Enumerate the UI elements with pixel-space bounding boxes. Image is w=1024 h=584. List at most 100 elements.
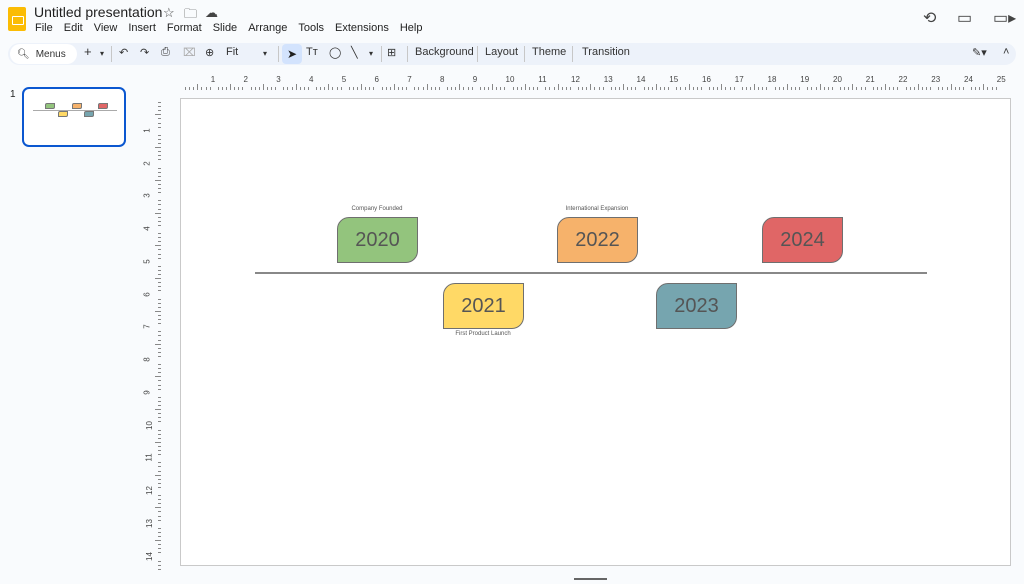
meet-icon[interactable]: ▭▸ xyxy=(993,8,1016,28)
ruler-tick xyxy=(158,569,161,570)
timeline-year-box[interactable]: 2023 xyxy=(656,283,737,329)
ruler-tick xyxy=(983,84,984,90)
ruler-tick xyxy=(158,352,161,353)
ruler-tick xyxy=(373,87,374,90)
menu-insert[interactable]: Insert xyxy=(128,22,156,34)
menu-view[interactable]: View xyxy=(94,22,118,34)
menu-tools[interactable]: Tools xyxy=(298,22,324,34)
ruler-tick xyxy=(496,87,497,90)
ruler-tick xyxy=(287,87,288,90)
search-menus-input[interactable]: 🔍︎Menus xyxy=(10,44,77,64)
timeline-year-box[interactable]: 2024 xyxy=(762,217,843,263)
version-history-icon[interactable]: ⟲ xyxy=(923,8,936,28)
timeline-year-box[interactable]: 2020 xyxy=(337,217,418,263)
ruler-tick xyxy=(971,87,972,90)
menu-format[interactable]: Format xyxy=(167,22,202,34)
ruler-tick xyxy=(599,87,600,90)
ruler-tick xyxy=(158,499,161,500)
shape-icon[interactable]: ◯ xyxy=(329,46,341,59)
ruler-tick xyxy=(463,87,464,90)
vertical-ruler[interactable]: 1234567891011121314 xyxy=(143,98,161,568)
horizontal-ruler[interactable]: 1234567891011121314151617181920212223242… xyxy=(181,72,1011,90)
timeline-year-box[interactable]: 2022 xyxy=(557,217,638,263)
new-slide-button[interactable]: + xyxy=(84,44,92,59)
new-slide-dropdown[interactable]: ▾ xyxy=(100,49,104,58)
ruler-tick xyxy=(484,87,485,90)
ruler-tick xyxy=(155,278,161,279)
timeline-event-label[interactable]: First Product Launch xyxy=(455,331,510,337)
add-comment-icon[interactable]: ⊞ xyxy=(387,46,396,59)
slide-canvas[interactable]: 2020 Company Founded 2021 First Product Lau… xyxy=(180,98,1011,566)
line-icon[interactable]: ╲ xyxy=(351,46,358,59)
ruler-tick xyxy=(889,87,890,90)
divider xyxy=(572,46,573,62)
ruler-number: 14 xyxy=(145,552,154,561)
timeline-year-box[interactable]: 2021 xyxy=(443,283,524,329)
ruler-number: 10 xyxy=(506,75,515,84)
ruler-number: 10 xyxy=(145,421,154,430)
select-tool-button[interactable]: ➤ xyxy=(282,44,302,64)
ruler-tick xyxy=(158,446,161,447)
thumbnail-shape xyxy=(84,111,94,117)
timeline-line[interactable] xyxy=(255,272,927,274)
print-icon[interactable]: ⎙ xyxy=(161,46,170,59)
slides-logo[interactable] xyxy=(8,7,26,31)
ruler-tick xyxy=(418,87,419,90)
theme-button[interactable]: Theme xyxy=(532,46,566,58)
ruler-number: 2 xyxy=(244,75,248,84)
divider xyxy=(407,46,408,62)
scrollbar[interactable] xyxy=(574,578,607,580)
ruler-tick xyxy=(779,87,780,90)
ruler-number: 1 xyxy=(143,128,152,132)
document-title[interactable]: Untitled presentation xyxy=(34,4,162,20)
ruler-number: 15 xyxy=(669,75,678,84)
ruler-tick xyxy=(158,249,161,250)
text-box-icon[interactable]: Tт xyxy=(306,46,318,58)
slide-thumbnail[interactable] xyxy=(22,87,126,147)
ruler-tick xyxy=(791,87,792,90)
ruler-tick xyxy=(158,290,161,291)
ruler-tick xyxy=(431,87,432,90)
star-icon[interactable]: ☆ xyxy=(163,5,175,21)
ruler-tick xyxy=(578,87,579,90)
undo-icon[interactable]: ↶ xyxy=(119,46,128,59)
ruler-tick xyxy=(158,274,161,275)
zoom-icon[interactable]: ⊕ xyxy=(205,46,214,59)
comments-icon[interactable]: ▭ xyxy=(957,8,972,28)
layout-button[interactable]: Layout xyxy=(485,46,518,58)
menu-help[interactable]: Help xyxy=(400,22,423,34)
ruler-tick xyxy=(668,87,669,90)
zoom-select[interactable]: Fit xyxy=(226,46,238,58)
ruler-number: 6 xyxy=(143,292,152,296)
line-dropdown-icon[interactable]: ▾ xyxy=(369,49,373,58)
pen-tool-icon[interactable]: ✎▾ xyxy=(972,46,987,59)
ruler-tick xyxy=(251,87,252,90)
ruler-tick xyxy=(158,286,161,287)
ruler-tick xyxy=(775,87,776,90)
ruler-number: 6 xyxy=(375,75,379,84)
slide-number: 1 xyxy=(10,89,16,100)
menu-edit[interactable]: Edit xyxy=(64,22,83,34)
timeline-event-label[interactable]: International Expansion xyxy=(566,206,629,212)
menu-file[interactable]: File xyxy=(35,22,53,34)
menu-extensions[interactable]: Extensions xyxy=(335,22,389,34)
ruler-tick xyxy=(158,225,161,226)
ruler-tick xyxy=(158,487,161,488)
ruler-number: 1 xyxy=(211,75,215,84)
ruler-tick xyxy=(158,299,161,300)
menu-arrange[interactable]: Arrange xyxy=(248,22,287,34)
transition-button[interactable]: Transition xyxy=(582,46,630,58)
collapse-toolbar-icon[interactable]: ˄ xyxy=(1003,46,1009,58)
ruler-tick xyxy=(158,118,161,119)
timeline-event-label[interactable]: Company Founded xyxy=(351,206,402,212)
ruler-tick xyxy=(586,87,587,90)
ruler-tick xyxy=(783,87,784,90)
cloud-status-icon[interactable]: ☁ xyxy=(205,5,218,21)
ruler-tick xyxy=(746,87,747,90)
redo-icon[interactable]: ↷ xyxy=(140,46,149,59)
search-icon: 🔍︎ xyxy=(17,49,30,60)
menu-slide[interactable]: Slide xyxy=(213,22,237,34)
paint-format-icon[interactable]: ⌧ xyxy=(183,46,196,59)
zoom-dropdown-icon[interactable]: ▾ xyxy=(263,49,267,58)
background-button[interactable]: Background xyxy=(415,46,474,58)
